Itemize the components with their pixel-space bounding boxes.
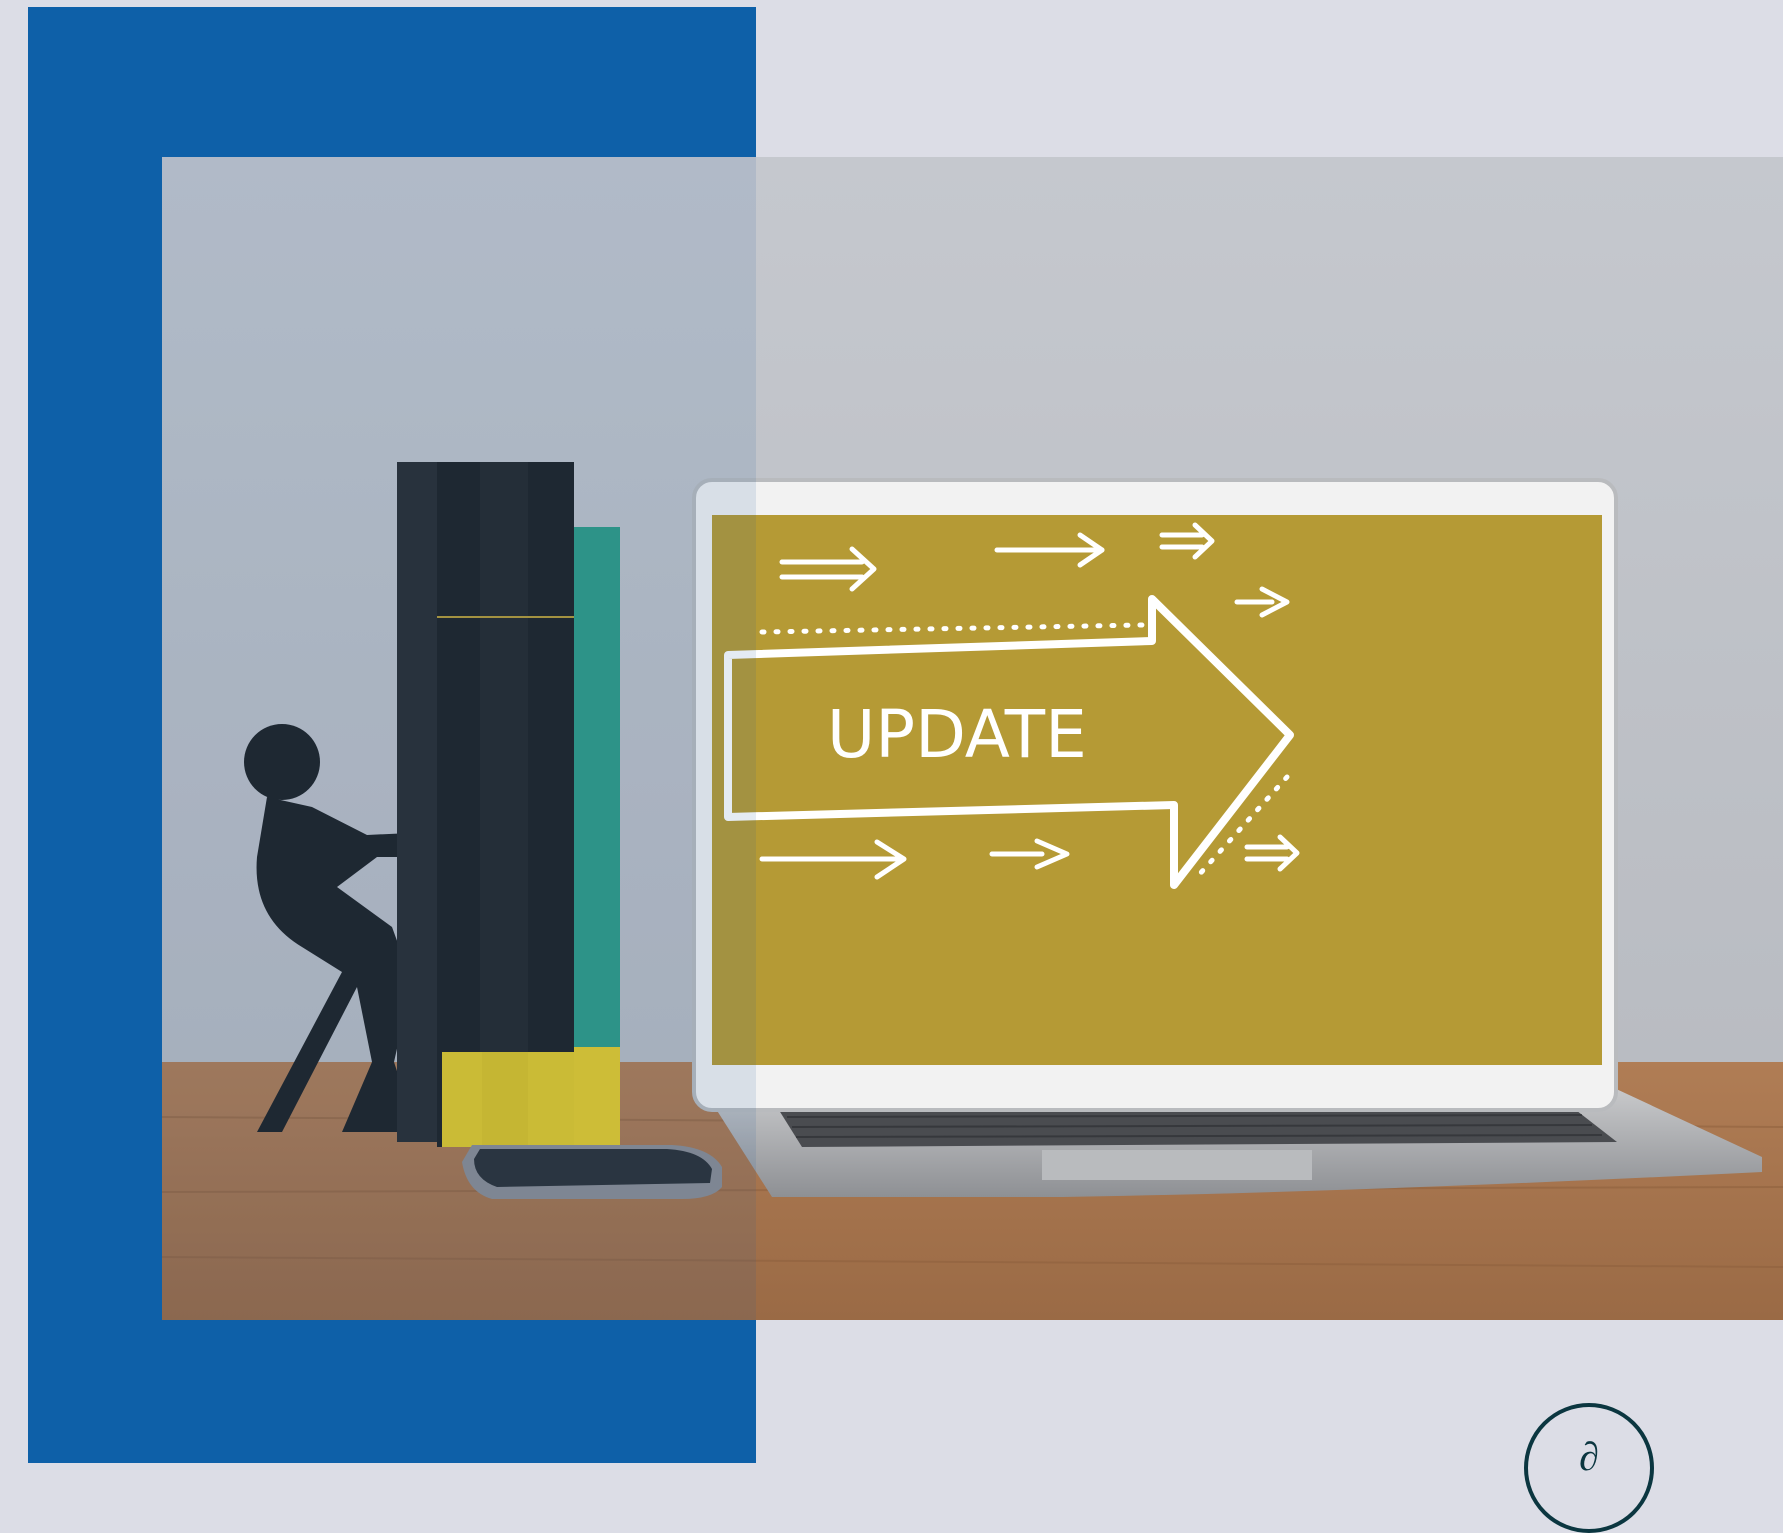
laptop-screen: UPDATE [692,478,1618,1112]
logo-glyph: ∂ [1579,1434,1599,1479]
book-stack [397,462,620,1147]
update-laptop-photo: UPDATE [162,157,1783,1320]
circle-logo-icon: ∂ [1524,1403,1654,1533]
update-word: UPDATE [827,696,1087,773]
smartphone [462,1145,722,1199]
